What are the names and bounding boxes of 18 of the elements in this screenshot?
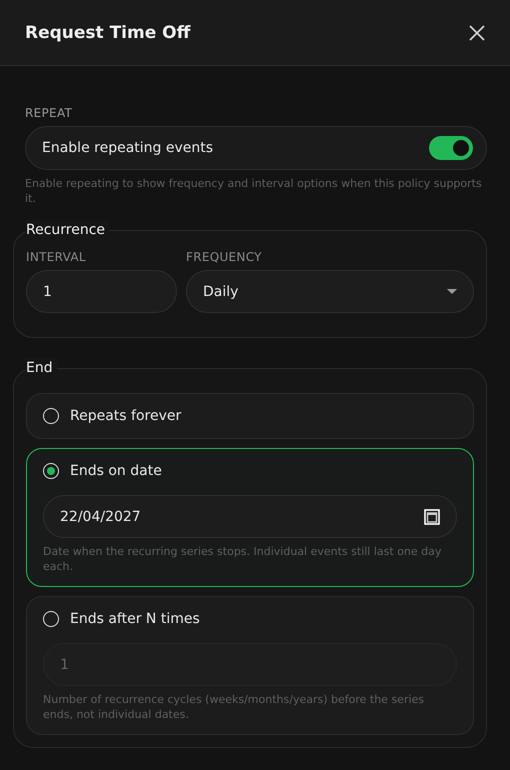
calendar-icon[interactable] xyxy=(424,508,440,524)
hint-text: Enable repeating to show frequency and interval options when this policy supports it. xyxy=(25,176,483,206)
interval-field[interactable]: 1 xyxy=(26,270,177,313)
date-field[interactable]: 22/04/2027 xyxy=(43,495,457,538)
dialog-title: Request Time Off xyxy=(25,22,190,42)
section-label: REPEAT xyxy=(25,106,74,120)
frequency-dropdown[interactable]: Daily xyxy=(186,270,474,313)
close-icon[interactable] xyxy=(468,24,486,42)
radio-option[interactable]: Ends after N times xyxy=(43,609,457,629)
radio-option[interactable]: Ends on date xyxy=(43,461,457,481)
radio-option[interactable]: Repeats forever xyxy=(43,406,457,426)
hint-text: Date when the recurring series stops. Individual events still last one day each. xyxy=(43,544,442,574)
field-label: INTERVAL xyxy=(26,250,87,264)
hint-text: Number of recurrence cycles (weeks/months/years) before the series ends, not individual dates. xyxy=(43,692,426,722)
toggle-switch[interactable] xyxy=(429,136,473,160)
caret-icon xyxy=(447,289,457,294)
field-label: FREQUENCY xyxy=(186,250,263,264)
toggle-label: Enable repeating events xyxy=(42,140,214,156)
